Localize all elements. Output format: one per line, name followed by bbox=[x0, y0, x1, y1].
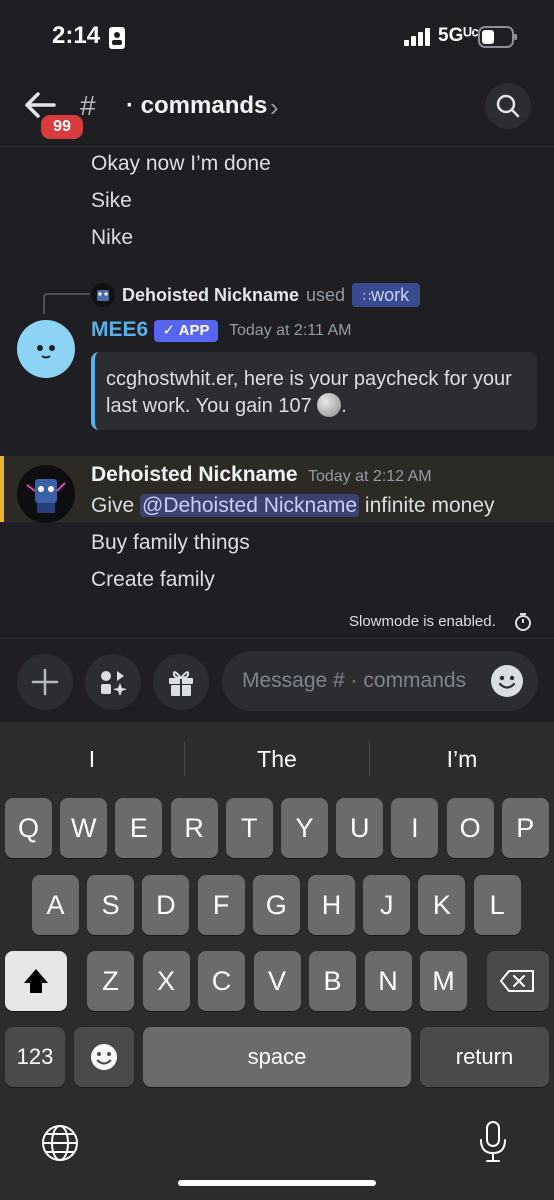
return-key[interactable]: return bbox=[420, 1027, 549, 1087]
timer-icon bbox=[515, 613, 531, 631]
key-v[interactable]: V bbox=[253, 951, 301, 1011]
signal-icon bbox=[404, 28, 430, 46]
user-avatar[interactable] bbox=[17, 465, 75, 523]
delete-key[interactable] bbox=[487, 951, 549, 1011]
key-x[interactable]: X bbox=[142, 951, 190, 1011]
user-timestamp: Today at 2:12 AM bbox=[308, 468, 432, 485]
key-j[interactable]: J bbox=[363, 875, 411, 935]
suggestion-2[interactable]: The bbox=[185, 746, 369, 773]
channel-title[interactable]: · commands bbox=[126, 92, 267, 120]
battery-icon bbox=[478, 26, 517, 48]
shift-key[interactable] bbox=[5, 951, 67, 1011]
key-f[interactable]: F bbox=[197, 875, 245, 935]
apps-icon bbox=[101, 671, 127, 696]
bot-name[interactable]: MEE6 bbox=[91, 318, 148, 342]
key-a[interactable]: A bbox=[32, 875, 79, 935]
space-key[interactable]: space bbox=[143, 1027, 411, 1087]
key-q[interactable]: Q bbox=[5, 798, 52, 858]
key-k[interactable]: K bbox=[418, 875, 466, 935]
key-g[interactable]: G bbox=[252, 875, 300, 935]
user-mention[interactable]: @Dehoisted Nickname bbox=[140, 494, 360, 517]
embed-text: ccghostwhit.er, here is your paycheck fo… bbox=[106, 368, 512, 417]
key-w[interactable]: W bbox=[60, 798, 108, 858]
channel-hash-icon: # bbox=[80, 90, 96, 121]
key-u[interactable]: U bbox=[336, 798, 384, 858]
key-c[interactable]: C bbox=[198, 951, 245, 1011]
app-tag: ✓ APP bbox=[154, 320, 218, 342]
search-icon bbox=[496, 94, 520, 118]
slash-command-icon: ∷ bbox=[362, 289, 372, 304]
message-input[interactable]: Message # · commands bbox=[222, 651, 538, 711]
message-line: Give @Dehoisted Nickname infinite money bbox=[91, 494, 495, 518]
network-type: 5Gᵁᶜ bbox=[438, 25, 479, 46]
home-indicator bbox=[178, 1180, 376, 1186]
globe-icon[interactable] bbox=[40, 1123, 80, 1163]
mee6-avatar[interactable] bbox=[17, 320, 75, 378]
composer-divider bbox=[0, 638, 554, 639]
key-o[interactable]: O bbox=[446, 798, 494, 858]
key-l[interactable]: L bbox=[473, 875, 521, 935]
id-card-icon bbox=[109, 27, 125, 49]
embed-message: ccghostwhit.er, here is your paycheck fo… bbox=[106, 368, 512, 417]
message-line: Nike bbox=[91, 226, 134, 249]
key-p[interactable]: P bbox=[501, 798, 549, 858]
numbers-key[interactable]: 123 bbox=[5, 1027, 65, 1087]
key-i[interactable]: I bbox=[391, 798, 439, 858]
reply-avatar[interactable] bbox=[91, 283, 115, 307]
slowmode-notice: Slowmode is enabled. bbox=[349, 613, 496, 630]
key-n[interactable]: N bbox=[364, 951, 412, 1011]
key-y[interactable]: Y bbox=[281, 798, 328, 858]
bot-timestamp: Today at 2:11 AM bbox=[229, 322, 352, 339]
message-line: Buy family things bbox=[91, 531, 250, 554]
reply-connector bbox=[43, 293, 90, 314]
backspace-icon bbox=[500, 970, 534, 992]
message-text: infinite money bbox=[359, 494, 495, 517]
emoji-icon[interactable] bbox=[490, 664, 524, 698]
user-name[interactable]: Dehoisted Nickname bbox=[91, 463, 298, 487]
emoji-key-icon bbox=[91, 1044, 117, 1070]
emoji-key[interactable] bbox=[74, 1027, 134, 1087]
suggestion-3[interactable]: I’m bbox=[370, 746, 554, 773]
key-t[interactable]: T bbox=[225, 798, 273, 858]
message-text: Give bbox=[91, 494, 141, 517]
key-d[interactable]: D bbox=[142, 875, 190, 935]
message-line: Create family bbox=[91, 568, 215, 591]
chevron-right-icon[interactable]: › bbox=[270, 92, 279, 123]
coin-icon bbox=[317, 393, 342, 417]
status-time: 2:14 bbox=[52, 22, 101, 49]
key-h[interactable]: H bbox=[308, 875, 355, 935]
message-line: Okay now I’m done bbox=[91, 152, 271, 175]
search-button[interactable] bbox=[485, 83, 531, 129]
command-tag[interactable]: ∷work bbox=[352, 283, 420, 307]
apps-button[interactable] bbox=[85, 654, 141, 710]
reply-username[interactable]: Dehoisted Nickname bbox=[122, 285, 299, 306]
microphone-icon[interactable] bbox=[478, 1120, 508, 1164]
suggestion-1[interactable]: I bbox=[0, 746, 184, 773]
gift-icon bbox=[169, 671, 193, 696]
unread-badge: 99 bbox=[38, 112, 86, 142]
key-z[interactable]: Z bbox=[87, 951, 134, 1011]
key-s[interactable]: S bbox=[87, 875, 135, 935]
plus-icon bbox=[31, 668, 59, 696]
command-name: work bbox=[371, 285, 410, 305]
header-divider bbox=[0, 146, 554, 147]
key-r[interactable]: R bbox=[170, 798, 218, 858]
message-line: Sike bbox=[91, 189, 132, 212]
key-b[interactable]: B bbox=[309, 951, 356, 1011]
add-attachment-button[interactable] bbox=[17, 654, 73, 710]
reply-used-label: used bbox=[306, 285, 346, 305]
key-e[interactable]: E bbox=[115, 798, 163, 858]
key-m[interactable]: M bbox=[420, 951, 467, 1011]
message-placeholder: Message # · commands bbox=[242, 669, 467, 692]
gift-button[interactable] bbox=[153, 654, 209, 710]
shift-arrow-icon bbox=[24, 969, 48, 993]
